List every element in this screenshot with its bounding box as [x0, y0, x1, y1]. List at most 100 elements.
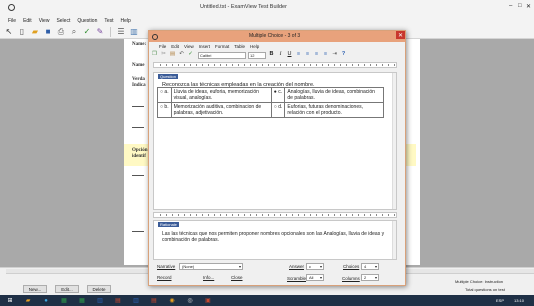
choice-a-label[interactable]: ○ a. [157, 87, 172, 103]
taskbar-app-icon[interactable]: ▰ [22, 296, 34, 305]
menu-test[interactable]: Test [104, 18, 113, 24]
taskbar-app-icon[interactable]: ▦ [76, 296, 88, 305]
taskbar-app-icon[interactable]: ◎ [184, 296, 196, 305]
choice-a-text[interactable]: Lluvia de ideas, euforia, memorización v… [170, 87, 272, 103]
radio-button-checked[interactable]: ● [274, 89, 277, 95]
underline-button[interactable]: U [286, 52, 293, 59]
taskbar-app-icon[interactable]: ◉ [166, 296, 178, 305]
close-button[interactable]: ✕ [526, 3, 531, 10]
delete-button[interactable]: Delete [87, 285, 111, 293]
answer-blank-line [132, 175, 144, 176]
feedback-editor[interactable]: Rationale Las las técnicas que nos permi… [153, 220, 397, 260]
search-icon[interactable]: ⌕ [69, 27, 79, 37]
edit-button[interactable]: Edit... [55, 285, 79, 293]
choice-b-label[interactable]: ○ b. [157, 102, 172, 118]
help-icon[interactable]: ? [340, 52, 347, 59]
dialog-menu-insert[interactable]: Insert [199, 44, 210, 49]
dialog-menu-table[interactable]: Table [234, 44, 245, 49]
cut-icon[interactable]: ✂ [160, 52, 167, 59]
radio-button[interactable]: ○ [160, 89, 163, 95]
radio-button[interactable]: ○ [160, 104, 163, 110]
doc-label-opcion: Opción [132, 148, 148, 153]
menu-help[interactable]: Help [121, 18, 131, 24]
taskbar-app-icon[interactable]: ▥ [94, 296, 106, 305]
columns-select[interactable]: 2 ▾ [361, 274, 379, 281]
font-size-select[interactable]: 12 [248, 51, 266, 59]
answer-select[interactable]: c ▾ [306, 263, 324, 270]
dialog-close-button[interactable]: ✕ [396, 31, 405, 39]
taskbar-language[interactable]: ESP [496, 298, 504, 303]
chevron-down-icon: ▾ [374, 275, 377, 280]
menu-edit[interactable]: Edit [23, 18, 32, 24]
feedback-scrollbar[interactable] [392, 221, 396, 259]
choices-select[interactable]: 4 ▾ [361, 263, 379, 270]
new-document-icon[interactable]: ▯ [17, 27, 27, 37]
choice-c-label[interactable]: ● c. [270, 87, 286, 103]
choice-c-text[interactable]: Analogías, lluvia de ideas, combinación … [284, 87, 384, 103]
align-right-icon[interactable]: ≡ [313, 52, 320, 59]
columns-select-value: 2 [364, 275, 367, 280]
check-icon[interactable]: ✓ [82, 27, 92, 37]
paste-icon[interactable]: ▤ [169, 52, 176, 59]
font-family-select[interactable]: Calibri [198, 51, 246, 59]
doc-label-name-2: Name [132, 63, 145, 68]
answer-label: Answer [289, 264, 305, 269]
scramble-select[interactable]: All ▾ [306, 274, 324, 281]
indent-icon[interactable]: ⇥ [331, 52, 338, 59]
copy-icon[interactable]: ❐ [151, 52, 158, 59]
narrative-label: Narrative [157, 264, 176, 269]
question-ruler[interactable] [153, 62, 397, 68]
choice-b-text[interactable]: Memorización auditiva, combinacion de pa… [170, 102, 272, 118]
dialog-menu-help[interactable]: Help [250, 44, 259, 49]
doc-label-name-1: Name: [132, 42, 147, 47]
chart-icon[interactable]: ▥ [129, 27, 139, 37]
save-icon[interactable]: ■ [43, 27, 53, 37]
menu-question[interactable]: Question [77, 18, 97, 24]
taskbar-app-icon[interactable]: ▤ [148, 296, 160, 305]
dialog-menu-file[interactable]: File [159, 44, 166, 49]
menu-view[interactable]: View [39, 18, 50, 24]
main-titlebar: Untitled.tst - ExamView Test Builder – □… [0, 0, 534, 16]
taskbar-clock[interactable]: 13:10 [514, 298, 524, 303]
align-center-icon[interactable]: ≡ [304, 52, 311, 59]
maximize-button[interactable]: □ [518, 3, 522, 9]
start-icon[interactable]: ⊞ [4, 296, 16, 305]
narrative-select[interactable]: (None) ▾ [179, 263, 243, 270]
print-icon[interactable]: ⎙ [56, 27, 66, 37]
info-button[interactable]: Info... [203, 275, 214, 280]
feedback-ruler[interactable] [153, 212, 397, 218]
list-icon[interactable]: ☰ [116, 27, 126, 37]
doc-label-verda: Verda [132, 77, 145, 82]
multiple-choice-dialog: Multiple Choice - 3 of 3 ✕ File Edit Vie… [148, 30, 406, 286]
taskbar-app-icon[interactable]: ▣ [202, 296, 214, 305]
italic-button[interactable]: I [277, 52, 284, 59]
spell-check-icon[interactable]: ✎ [95, 27, 105, 37]
dialog-menu-format[interactable]: Format [215, 44, 229, 49]
taskbar-app-icon[interactable]: ● [40, 296, 52, 305]
undo-icon[interactable]: ↶ [178, 52, 185, 59]
menu-file[interactable]: File [8, 18, 16, 24]
choice-d-label[interactable]: ○ d. [270, 102, 286, 118]
bold-button[interactable]: B [268, 52, 275, 59]
new-button[interactable]: New... [23, 285, 47, 293]
open-folder-icon[interactable]: ▰ [30, 27, 40, 37]
record-button[interactable]: Record [157, 275, 172, 280]
question-scrollbar[interactable] [392, 73, 396, 209]
justify-icon[interactable]: ≡ [322, 52, 329, 59]
columns-label: Columns [342, 276, 360, 281]
pointer-icon[interactable]: ↖ [4, 27, 14, 37]
spell-check-icon[interactable]: ✓ [187, 52, 194, 59]
choice-d-text[interactable]: Euforias, futuras denominaciones, relaci… [284, 102, 384, 118]
menu-select[interactable]: Select [56, 18, 70, 24]
close-dialog-button[interactable]: Close [231, 275, 243, 280]
taskbar-app-icon[interactable]: ▦ [58, 296, 70, 305]
taskbar-app-icon[interactable]: ▤ [112, 296, 124, 305]
align-left-icon[interactable]: ≡ [295, 52, 302, 59]
minimize-button[interactable]: – [509, 3, 512, 9]
taskbar-app-icon[interactable]: ▥ [130, 296, 142, 305]
answer-blank-line [132, 231, 144, 232]
dialog-menu-view[interactable]: View [184, 44, 194, 49]
scramble-label: Scramble [287, 276, 307, 281]
dialog-menu-edit[interactable]: Edit [171, 44, 179, 49]
radio-button[interactable]: ○ [274, 104, 277, 110]
